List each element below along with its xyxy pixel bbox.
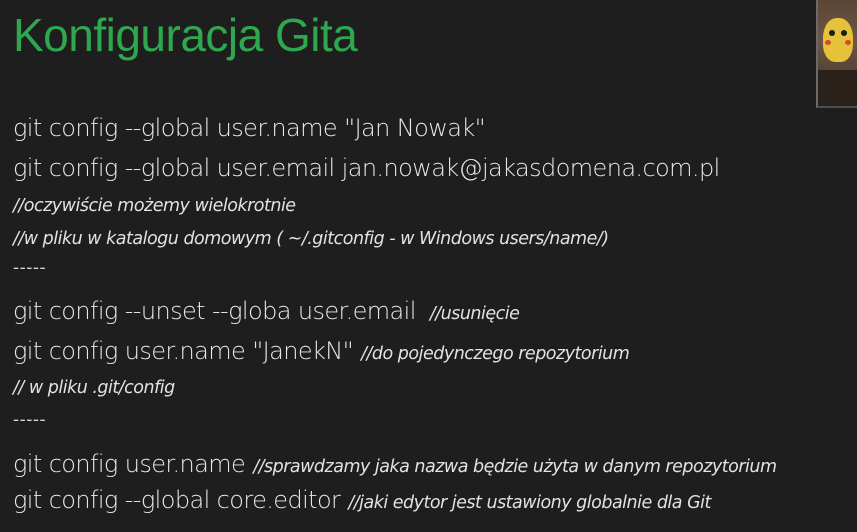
comment-line-3: // w pliku .git/config bbox=[13, 378, 175, 398]
code-line-3: git config --unset --globa user.email //u… bbox=[13, 297, 520, 325]
presentation-slide: Konfiguracja Gita git config --global us… bbox=[0, 0, 857, 532]
separator-2: ----- bbox=[13, 410, 47, 430]
toy-eye-right bbox=[841, 30, 847, 36]
code-line-2: git config --global user.email jan.nowak… bbox=[13, 154, 720, 182]
toy-figure-icon bbox=[823, 18, 853, 62]
code-line-4-comment: //do pojedynczego repozytorium bbox=[361, 344, 630, 364]
code-line-1: git config --global user.name "Jan Nowak… bbox=[13, 114, 486, 142]
code-line-6-cmd: git config --global core.editor bbox=[13, 486, 341, 514]
webcam-video-thumbnail bbox=[816, 0, 857, 108]
code-line-5-comment: //sprawdzamy jaka nazwa będzie użyta w d… bbox=[253, 457, 777, 477]
code-line-4: git config user.name "JanekN" //do pojedy… bbox=[13, 337, 630, 365]
slide-title: Konfiguracja Gita bbox=[13, 9, 358, 61]
comment-line-2: //w pliku w katalogu domowym ( ~/.gitcon… bbox=[13, 229, 609, 249]
webcam-shelf bbox=[818, 70, 857, 106]
code-line-3-cmd: git config --unset --globa user.email bbox=[13, 297, 416, 325]
code-line-4-cmd: git config user.name "JanekN" bbox=[13, 337, 354, 365]
toy-cheek-left bbox=[825, 40, 831, 45]
code-line-6: git config --global core.editor //jaki ed… bbox=[13, 486, 711, 514]
toy-cheek-right bbox=[845, 40, 851, 45]
code-line-5-cmd: git config user.name bbox=[13, 450, 246, 478]
separator-1: ----- bbox=[13, 258, 47, 278]
code-line-6-comment: //jaki edytor jest ustawiony globalnie d… bbox=[348, 493, 711, 513]
code-line-5: git config user.name //sprawdzamy jaka na… bbox=[13, 450, 777, 478]
toy-eye-left bbox=[829, 30, 835, 36]
comment-line-1: //oczywiście możemy wielokrotnie bbox=[13, 196, 296, 216]
code-line-3-comment: //usunięcie bbox=[429, 304, 520, 324]
